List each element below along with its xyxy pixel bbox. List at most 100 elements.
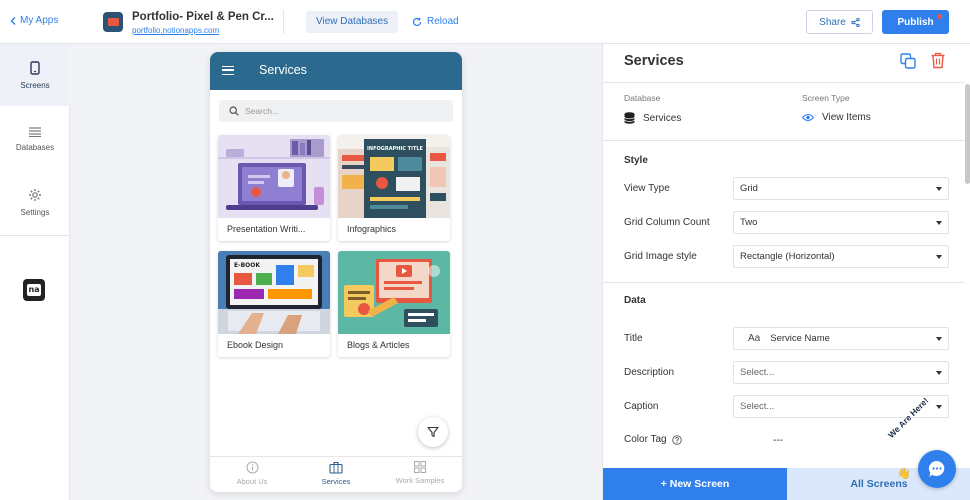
back-label: My Apps (20, 15, 59, 26)
tab-about-us[interactable]: About Us (210, 461, 294, 486)
top-bar: My Apps Portfolio- Pixel & Pen Cr... por… (0, 0, 970, 44)
share-button[interactable]: Share (806, 10, 873, 34)
section-style: Style (624, 155, 648, 166)
delete-screen-button[interactable] (930, 52, 946, 74)
card-label: Ebook Design (227, 340, 284, 350)
chevron-left-icon (10, 16, 16, 25)
card-label: Infographics (347, 224, 397, 234)
app-url-link[interactable]: portfolio.notionapps.com (132, 26, 219, 35)
screen-type-label: Screen Type (802, 93, 850, 103)
nav-item-databases[interactable]: Databases (0, 108, 70, 170)
title-field-label: Title (624, 333, 643, 344)
description-field-label: Description (624, 367, 674, 378)
infographic-text: INFOGRAPHIC TITLE (367, 146, 424, 152)
view-type-value: Grid (740, 183, 758, 194)
duplicate-screen-button[interactable] (900, 53, 916, 74)
description-field-value: Select... (740, 367, 775, 378)
chat-icon (928, 460, 945, 477)
grid-image-style-select[interactable]: Rectangle (Horizontal) (733, 245, 949, 268)
service-card-ebook[interactable]: E-BOOK Ebook Design (218, 251, 330, 357)
panel-title: Services (624, 53, 684, 69)
logo-text: na (27, 284, 41, 296)
app-icon (103, 12, 123, 32)
tab-work-samples[interactable]: Work Samples (378, 461, 462, 485)
database-name: Services (643, 112, 682, 124)
info-icon (246, 461, 258, 474)
screen-settings-panel: Services Database Services Screen Type V… (602, 44, 970, 500)
view-type-label-text: View Type (624, 183, 670, 194)
nav-divider (0, 235, 70, 236)
view-databases-button[interactable]: View Databases (306, 11, 399, 33)
back-to-apps-link[interactable]: My Apps (10, 15, 58, 26)
caption-field-value: Select... (740, 401, 775, 412)
grid-icon (414, 461, 426, 473)
grid-column-count-select[interactable]: Two (733, 211, 949, 234)
section-data: Data (624, 295, 646, 306)
list-icon (29, 126, 41, 137)
caret-down-icon (936, 187, 942, 191)
phone-icon (30, 60, 40, 75)
service-card-infographics[interactable]: INFOGRAPHIC TITLE Infographics (338, 135, 450, 241)
divider (603, 282, 965, 283)
description-field-select[interactable]: Select... (733, 361, 949, 384)
nav-label-screens: Screens (20, 80, 50, 90)
view-type-select[interactable]: Grid (733, 177, 949, 200)
notification-dot (937, 14, 942, 19)
publish-button[interactable]: Publish (882, 10, 949, 34)
divider (603, 82, 965, 83)
database-icon (624, 112, 635, 124)
card-image-infographics: INFOGRAPHIC TITLE (338, 135, 450, 218)
card-image-presentation (218, 135, 330, 218)
caret-down-icon (936, 221, 942, 225)
hamburger-menu-icon[interactable] (222, 66, 234, 75)
nav-item-settings[interactable]: Settings (0, 171, 70, 233)
nav-label-settings: Settings (20, 207, 50, 217)
caret-down-icon (936, 371, 942, 375)
panel-scrollbar[interactable] (965, 84, 970, 184)
service-card-blogs[interactable]: Blogs & Articles (338, 251, 450, 357)
app-title: Portfolio- Pixel & Pen Cr... (132, 11, 274, 23)
ebook-text: E-BOOK (234, 262, 260, 269)
phone-header: Services (210, 52, 462, 90)
color-tag-value[interactable]: --- (773, 435, 783, 446)
caret-down-icon (936, 255, 942, 259)
title-field-value: Service Name (770, 333, 830, 344)
briefcase-icon (329, 461, 343, 474)
caret-down-icon (936, 405, 942, 409)
publish-label: Publish (897, 16, 934, 28)
service-card-presentation[interactable]: Presentation Writi... (218, 135, 330, 241)
chat-widget-button[interactable] (918, 450, 956, 488)
caption-field-label: Caption (624, 401, 658, 412)
copy-icon (900, 53, 916, 69)
eye-icon (802, 113, 814, 122)
divider (603, 140, 965, 141)
notionapps-logo: na (23, 279, 45, 301)
divider (283, 10, 284, 34)
title-field-select[interactable]: Aa Service Name (733, 327, 949, 350)
view-type-label: View Type (624, 183, 670, 194)
grid-column-label-text: Grid Column Count (624, 217, 710, 228)
database-label: Database (624, 93, 661, 103)
tab-label: Services (321, 477, 351, 486)
nav-label-databases: Databases (15, 142, 55, 152)
tab-label: About Us (236, 477, 268, 486)
caret-down-icon (936, 337, 942, 341)
tab-services[interactable]: Services (294, 461, 378, 486)
waving-hand-icon: 👋 (897, 468, 911, 480)
screen-type-value: View Items (802, 112, 871, 123)
new-screen-button[interactable]: + New Screen (603, 468, 787, 500)
search-icon (229, 106, 239, 116)
grid-image-value: Rectangle (Horizontal) (740, 251, 835, 262)
nav-item-screens[interactable]: Screens (0, 44, 70, 106)
reload-label: Reload (427, 16, 459, 27)
card-label: Presentation Writi... (227, 224, 306, 234)
phone-tab-bar: About Us Services Work Samples (210, 456, 462, 492)
title-label-text: Title (624, 333, 643, 344)
filter-icon (427, 426, 439, 438)
filter-button[interactable] (418, 417, 448, 447)
reload-button[interactable]: Reload (412, 16, 459, 27)
card-image-blogs (338, 251, 450, 334)
search-input[interactable]: Search... (219, 100, 453, 122)
help-icon[interactable] (671, 434, 682, 445)
tab-label: Work Samples (395, 476, 445, 485)
